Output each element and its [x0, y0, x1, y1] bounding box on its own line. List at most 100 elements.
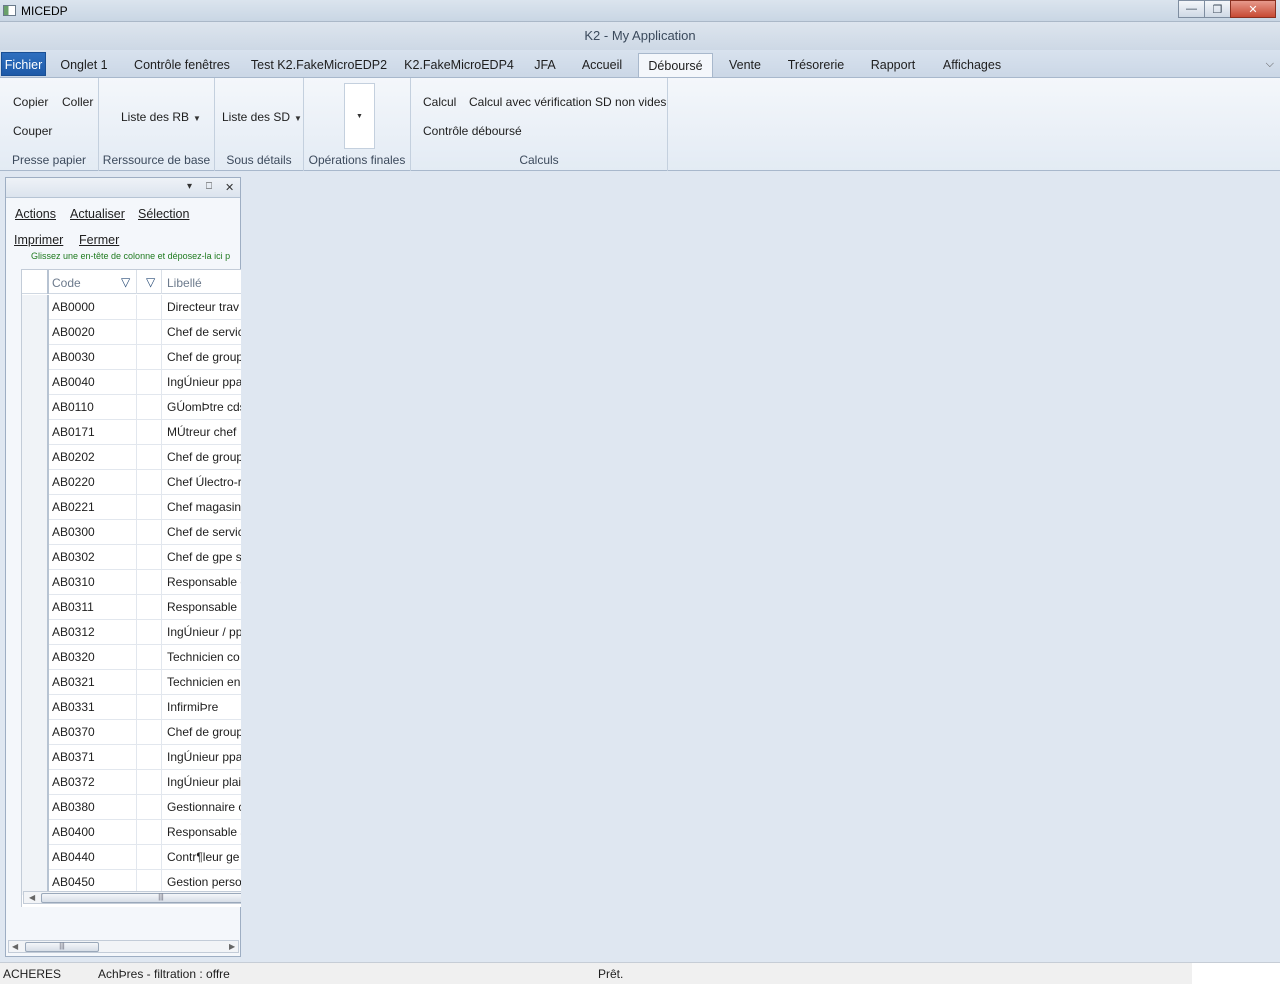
cell-code: AB0020: [52, 325, 95, 339]
menu-selection[interactable]: Sélection: [138, 207, 189, 221]
tab-vente[interactable]: Vente: [722, 53, 768, 77]
row-selector[interactable]: [22, 320, 49, 345]
calcul-button[interactable]: Calcul: [423, 95, 456, 109]
column-header-libelle[interactable]: Libellé: [167, 276, 202, 290]
column-header-code[interactable]: Code: [52, 276, 81, 290]
filter-icon[interactable]: ▽: [146, 275, 155, 289]
table-row[interactable]: AB0320 Technicien co: [22, 645, 241, 670]
row-selector[interactable]: [22, 345, 49, 370]
scrollbar-thumb[interactable]: |||: [41, 893, 241, 903]
paste-button[interactable]: Coller: [62, 95, 93, 109]
scrollbar-thumb[interactable]: |||: [25, 942, 99, 952]
operations-finales-dropdown[interactable]: ▼: [344, 83, 375, 149]
chevron-down-icon[interactable]: ▾: [187, 181, 192, 192]
row-selector[interactable]: [22, 470, 49, 495]
row-selector[interactable]: [22, 695, 49, 720]
row-selector[interactable]: [22, 295, 49, 320]
row-selector[interactable]: [22, 820, 49, 845]
menu-imprimer[interactable]: Imprimer: [14, 233, 63, 247]
table-row[interactable]: AB0020 Chef de servic: [22, 320, 241, 345]
liste-sd-dropdown[interactable]: Liste des SD ▼: [222, 110, 302, 124]
table-row[interactable]: AB0171 MÚtreur chef: [22, 420, 241, 445]
row-selector[interactable]: [22, 520, 49, 545]
row-selector[interactable]: [22, 545, 49, 570]
menu-actions[interactable]: Actions: [15, 207, 56, 221]
table-row[interactable]: AB0220 Chef Úlectro-r: [22, 470, 241, 495]
select-all-cell[interactable]: [22, 270, 49, 294]
table-row[interactable]: AB0030 Chef de group: [22, 345, 241, 370]
menu-actualiser[interactable]: Actualiser: [70, 207, 125, 221]
table-row[interactable]: AB0331 InfirmiÞre: [22, 695, 241, 720]
table-row[interactable]: AB0371 IngÚnieur ppa: [22, 745, 241, 770]
row-selector[interactable]: [22, 570, 49, 595]
scroll-right-icon[interactable]: ▶: [229, 941, 235, 953]
column-divider: [161, 820, 162, 845]
table-row[interactable]: AB0400 Responsable a: [22, 820, 241, 845]
row-selector[interactable]: [22, 670, 49, 695]
tab-jfa[interactable]: JFA: [528, 53, 562, 77]
table-row[interactable]: AB0040 IngÚnieur ppa: [22, 370, 241, 395]
close-icon[interactable]: ✕: [225, 181, 234, 194]
row-selector[interactable]: [22, 645, 49, 670]
grid-horizontal-scrollbar[interactable]: ◀ |||: [23, 891, 241, 904]
row-selector[interactable]: [22, 795, 49, 820]
row-selector[interactable]: [22, 770, 49, 795]
scroll-left-icon[interactable]: ◀: [29, 892, 35, 904]
table-row[interactable]: AB0221 Chef magasin: [22, 495, 241, 520]
tab-controle-fenetres[interactable]: Contrôle fenêtres: [126, 53, 238, 77]
cut-button[interactable]: Couper: [13, 124, 52, 138]
maximize-button[interactable]: ❐: [1204, 0, 1231, 18]
table-row[interactable]: AB0302 Chef de gpe s: [22, 545, 241, 570]
table-row[interactable]: AB0312 IngÚnieur / pp: [22, 620, 241, 645]
tab-rapport[interactable]: Rapport: [864, 53, 922, 77]
table-row[interactable]: AB0372 IngÚnieur plai: [22, 770, 241, 795]
row-selector[interactable]: [22, 420, 49, 445]
table-row[interactable]: AB0370 Chef de group: [22, 720, 241, 745]
table-row[interactable]: AB0440 Contr¶leur ge: [22, 845, 241, 870]
tab-fichier[interactable]: Fichier: [1, 52, 46, 76]
column-divider: [136, 495, 137, 520]
table-row[interactable]: AB0310 Responsable c: [22, 570, 241, 595]
cell-code: AB0110: [52, 400, 94, 414]
row-selector[interactable]: [22, 595, 49, 620]
tab-onglet-1[interactable]: Onglet 1: [52, 53, 116, 77]
row-selector[interactable]: [22, 745, 49, 770]
tab-debourse[interactable]: Déboursé: [638, 53, 713, 78]
filter-icon[interactable]: ▽: [121, 275, 130, 289]
scroll-left-icon[interactable]: ◀: [12, 941, 18, 953]
row-selector[interactable]: [22, 370, 49, 395]
ribbon-panel: Copier Coller Couper Presse papier Liste…: [0, 77, 1280, 171]
table-row[interactable]: AB0300 Chef de servic: [22, 520, 241, 545]
close-button[interactable]: ✕: [1230, 0, 1276, 18]
row-selector[interactable]: [22, 445, 49, 470]
tab-affichages[interactable]: Affichages: [936, 53, 1008, 77]
table-row[interactable]: AB0110 GÚomÞtre cds: [22, 395, 241, 420]
row-selector[interactable]: [22, 395, 49, 420]
panel-horizontal-scrollbar[interactable]: ◀ ||| ▶: [8, 940, 239, 953]
liste-rb-dropdown[interactable]: Liste des RB ▼: [121, 110, 201, 124]
minimize-button[interactable]: —: [1178, 0, 1205, 18]
ribbon-collapse-icon[interactable]: ⌵: [1266, 58, 1274, 71]
table-row[interactable]: AB0380 Gestionnaire c: [22, 795, 241, 820]
row-selector[interactable]: [22, 620, 49, 645]
menu-fermer[interactable]: Fermer: [79, 233, 119, 247]
tab-tresorerie[interactable]: Trésorerie: [782, 53, 850, 77]
copy-button[interactable]: Copier: [13, 95, 48, 109]
table-row[interactable]: AB0000 Directeur trav: [22, 295, 241, 320]
table-row[interactable]: AB0311 Responsable h: [22, 595, 241, 620]
row-selector[interactable]: [22, 495, 49, 520]
row-selector[interactable]: [22, 720, 49, 745]
column-divider: [136, 420, 137, 445]
calcul-verification-button[interactable]: Calcul avec vérification SD non vides: [469, 95, 666, 109]
table-row[interactable]: AB0202 Chef de group: [22, 445, 241, 470]
controle-debourse-button[interactable]: Contrôle déboursé: [423, 124, 522, 138]
group-by-hint: Glissez une en-tête de colonne et dépose…: [31, 251, 231, 261]
pin-icon[interactable]: ⎕: [206, 181, 212, 192]
cell-code: AB0310: [52, 575, 95, 589]
column-divider: [136, 295, 137, 320]
tab-accueil[interactable]: Accueil: [574, 53, 630, 77]
table-row[interactable]: AB0321 Technicien en: [22, 670, 241, 695]
tab-k2-fakemicroedp4[interactable]: K2.FakeMicroEDP4: [400, 53, 518, 77]
row-selector[interactable]: [22, 845, 49, 870]
tab-test-k2-fakemicroedp2[interactable]: Test K2.FakeMicroEDP2: [250, 53, 388, 77]
